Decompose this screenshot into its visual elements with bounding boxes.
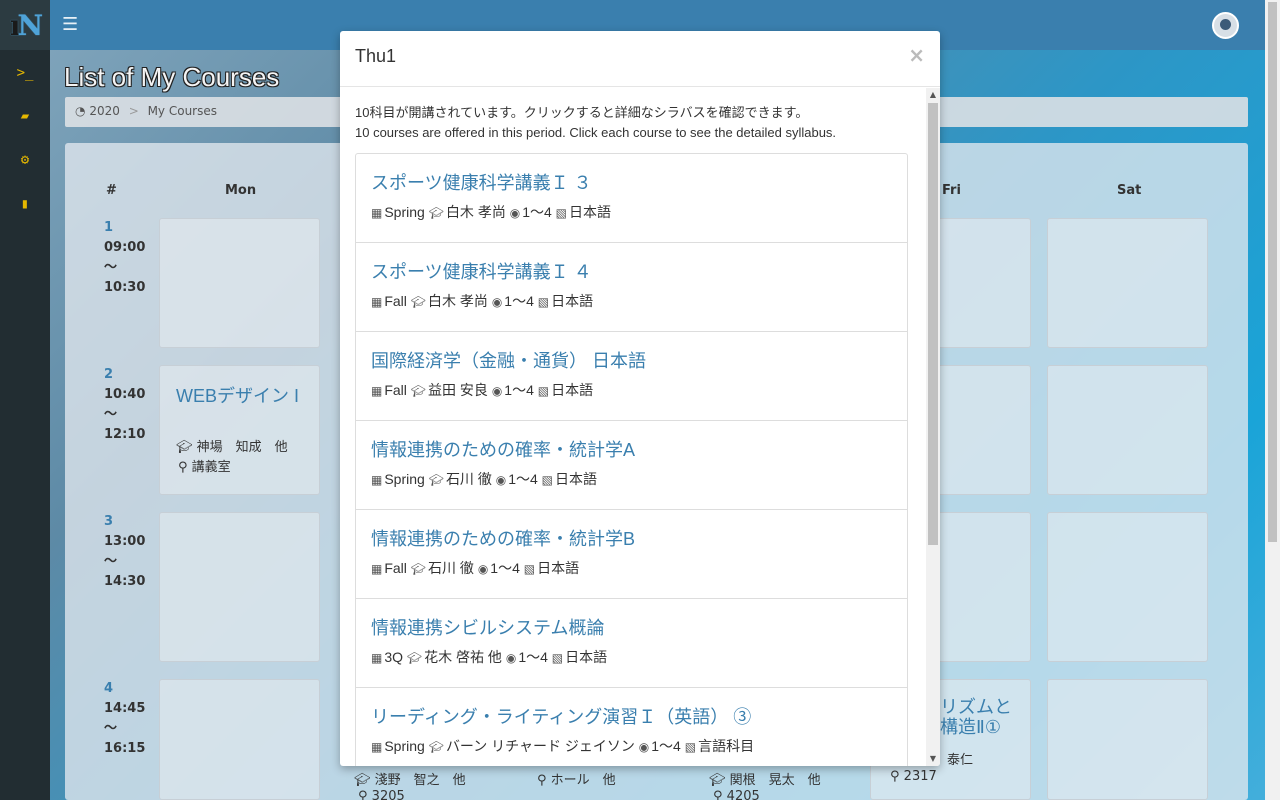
course-teacher: 花木 啓祐 他	[424, 649, 502, 665]
language-icon: ▧	[541, 473, 554, 487]
course-grade: 1〜4	[508, 471, 538, 487]
language-icon: ▧	[551, 651, 564, 665]
course-term: Fall	[384, 293, 407, 309]
course-language: 日本語	[569, 204, 612, 220]
course-term: Fall	[384, 382, 407, 398]
graduation-cap-icon: 🎓︎	[410, 562, 427, 576]
scroll-up-icon[interactable]: ▲	[926, 88, 940, 102]
course-title-link[interactable]: 情報連携のための確率・統計学B	[371, 528, 892, 550]
calendar-icon: ▦	[371, 651, 383, 665]
graduation-cap-icon: 🎓︎	[410, 295, 427, 309]
user-circle-icon: ◉	[491, 295, 503, 309]
course-grade: 1〜4	[504, 382, 534, 398]
course-list-item[interactable]: 情報連携のための確率・統計学A ▦ Spring 🎓︎ 石川 徹 ◉ 1〜4 ▧ 日本語	[355, 420, 908, 510]
course-meta: ▦ Fall 🎓︎ 石川 徹 ◉ 1〜4 ▧ 日本語	[371, 558, 892, 579]
course-grade: 1〜4	[504, 293, 534, 309]
course-teacher: 白木 孝尚	[445, 204, 506, 220]
course-meta: ▦ Fall 🎓︎ 益田 安良 ◉ 1〜4 ▧ 日本語	[371, 380, 892, 401]
user-circle-icon: ◉	[495, 473, 507, 487]
course-list-item[interactable]: 情報連携のための確率・統計学B ▦ Fall 🎓︎ 石川 徹 ◉ 1〜4 ▧ 日本語	[355, 509, 908, 599]
calendar-icon: ▦	[371, 206, 383, 220]
calendar-icon: ▦	[371, 473, 383, 487]
course-teacher: 益田 安良	[428, 382, 488, 398]
course-list: スポーツ健康科学講義Ｉ ３ ▦ Spring 🎓︎ 白木 孝尚 ◉ 1〜4 ▧ 日本語 …	[355, 153, 908, 766]
course-teacher: バーン リチャード ジェイソン	[445, 738, 635, 754]
course-title-link[interactable]: 情報連携シビルシステム概論	[371, 617, 892, 639]
course-grade: 1〜4	[518, 649, 548, 665]
intro-ja: 10科目が開講されています。クリックすると詳細なシラバスを確認できます。	[355, 105, 809, 120]
course-title-link[interactable]: 情報連携のための確率・統計学A	[371, 439, 892, 461]
modal-scrollbar-thumb[interactable]	[928, 103, 938, 545]
course-list-item[interactable]: スポーツ健康科学講義Ｉ ４ ▦ Fall 🎓︎ 白木 孝尚 ◉ 1〜4 ▧ 日本語	[355, 242, 908, 332]
language-icon: ▧	[537, 384, 550, 398]
course-title-link[interactable]: リーディング・ライティング演習Ｉ（英語） ③	[371, 706, 892, 728]
course-meta: ▦ Spring 🎓︎ 白木 孝尚 ◉ 1〜4 ▧ 日本語	[371, 202, 892, 223]
course-term: Spring	[384, 471, 425, 487]
user-circle-icon: ◉	[477, 562, 489, 576]
page-scrollbar-thumb[interactable]	[1268, 2, 1277, 542]
course-term: Spring	[384, 738, 425, 754]
calendar-icon: ▦	[371, 384, 383, 398]
course-teacher: 石川 徹	[428, 560, 474, 576]
calendar-icon: ▦	[371, 562, 383, 576]
course-list-item[interactable]: リーディング・ライティング演習Ｉ（英語） ③ ▦ Spring 🎓︎ バーン リチャ…	[355, 687, 908, 766]
course-list-item[interactable]: スポーツ健康科学講義Ｉ ３ ▦ Spring 🎓︎ 白木 孝尚 ◉ 1〜4 ▧ 日本語	[355, 153, 908, 243]
course-language: 日本語	[565, 649, 608, 665]
course-term: 3Q	[384, 649, 404, 665]
course-teacher: 石川 徹	[445, 471, 492, 487]
course-meta: ▦ Fall 🎓︎ 白木 孝尚 ◉ 1〜4 ▧ 日本語	[371, 291, 892, 312]
language-icon: ▧	[555, 206, 568, 220]
user-circle-icon: ◉	[509, 206, 521, 220]
page-scrollbar[interactable]	[1265, 0, 1280, 800]
calendar-icon: ▦	[371, 740, 383, 754]
language-icon: ▧	[523, 562, 536, 576]
course-term: Fall	[384, 560, 407, 576]
course-list-item[interactable]: 国際経済学（金融・通貨） 日本語 ▦ Fall 🎓︎ 益田 安良 ◉ 1〜4 ▧ 日本語	[355, 331, 908, 421]
course-grade: 1〜4	[522, 204, 552, 220]
graduation-cap-icon: 🎓︎	[428, 740, 444, 754]
modal-body: 10科目が開講されています。クリックすると詳細なシラバスを確認できます。 10 …	[340, 88, 926, 766]
language-icon: ▧	[537, 295, 550, 309]
modal-scrollbar[interactable]: ▲ ▼	[926, 88, 940, 766]
graduation-cap-icon: 🎓︎	[406, 651, 423, 665]
modal-title: Thu1	[355, 46, 397, 66]
course-term: Spring	[384, 204, 425, 220]
course-language: 言語科目	[698, 738, 755, 754]
course-teacher: 白木 孝尚	[428, 293, 488, 309]
close-button[interactable]: ×	[908, 43, 925, 67]
course-title-link[interactable]: スポーツ健康科学講義Ｉ ３	[371, 172, 892, 194]
course-title-link[interactable]: 国際経済学（金融・通貨） 日本語	[371, 350, 892, 372]
course-meta: ▦ Spring 🎓︎ バーン リチャード ジェイソン ◉ 1〜4 ▧ 言語科目	[371, 736, 892, 757]
course-grade: 1〜4	[490, 560, 520, 576]
modal-intro: 10科目が開講されています。クリックすると詳細なシラバスを確認できます。 10 …	[355, 103, 836, 143]
user-circle-icon: ◉	[638, 740, 650, 754]
course-list-modal: Thu1 × 10科目が開講されています。クリックすると詳細なシラバスを確認でき…	[340, 31, 940, 766]
language-icon: ▧	[684, 740, 697, 754]
course-language: 日本語	[551, 382, 594, 398]
course-meta: ▦ Spring 🎓︎ 石川 徹 ◉ 1〜4 ▧ 日本語	[371, 469, 892, 490]
course-title-link[interactable]: スポーツ健康科学講義Ｉ ４	[371, 261, 892, 283]
graduation-cap-icon: 🎓︎	[428, 473, 444, 487]
calendar-icon: ▦	[371, 295, 383, 309]
user-circle-icon: ◉	[505, 651, 517, 665]
scroll-down-icon[interactable]: ▼	[926, 752, 940, 766]
course-grade: 1〜4	[651, 738, 681, 754]
course-language: 日本語	[537, 560, 580, 576]
course-language: 日本語	[551, 293, 594, 309]
graduation-cap-icon: 🎓︎	[428, 206, 444, 220]
course-list-item[interactable]: 情報連携シビルシステム概論 ▦ 3Q 🎓︎ 花木 啓祐 他 ◉ 1〜4 ▧ 日本語	[355, 598, 908, 688]
course-language: 日本語	[555, 471, 598, 487]
graduation-cap-icon: 🎓︎	[410, 384, 427, 398]
user-circle-icon: ◉	[491, 384, 503, 398]
modal-header: Thu1 ×	[340, 31, 940, 87]
intro-en: 10 courses are offered in this period. C…	[355, 125, 837, 140]
course-meta: ▦ 3Q 🎓︎ 花木 啓祐 他 ◉ 1〜4 ▧ 日本語	[371, 647, 892, 668]
